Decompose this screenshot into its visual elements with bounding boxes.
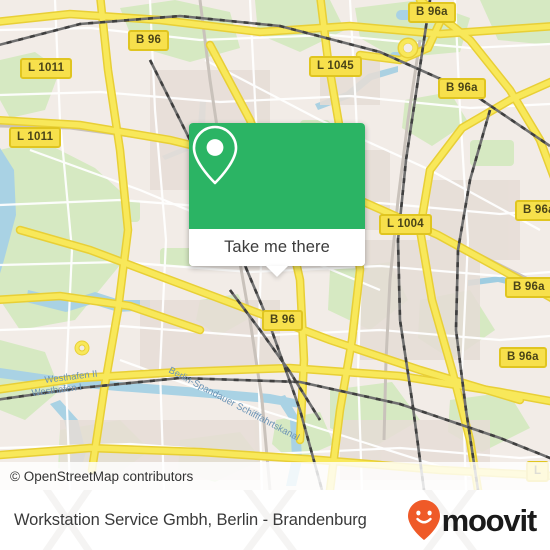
road-shield: L 1011 <box>9 127 62 148</box>
road-shield: B 96a <box>438 78 486 99</box>
moovit-logo[interactable]: moovit <box>407 499 538 541</box>
moovit-location-card-screenshot: Westhafen II Westhafen I Berlin-Spandaue… <box>0 0 550 550</box>
road-shield: B 96a <box>505 277 550 298</box>
card-pointer-triangle <box>266 266 288 277</box>
road-shield: B 96 <box>128 30 170 51</box>
footer-bar: Workstation Service Gmbh, Berlin - Brand… <box>0 490 550 550</box>
take-me-there-label: Take me there <box>224 238 330 256</box>
map-canvas[interactable]: Westhafen II Westhafen I Berlin-Spandaue… <box>0 0 550 490</box>
road-shield: L 1011 <box>20 58 73 79</box>
card-action-area[interactable]: Take me there <box>189 229 365 266</box>
road-shield: B 96a <box>515 200 550 221</box>
moovit-wordmark: moovit <box>441 502 538 538</box>
page-title: Workstation Service Gmbh, Berlin - Brand… <box>14 510 367 529</box>
osm-attribution: © OpenStreetMap contributors <box>0 462 550 490</box>
road-shield: B 96 <box>262 310 304 331</box>
road-shield: L 1045 <box>309 56 362 77</box>
osm-attribution-text: © OpenStreetMap contributors <box>10 468 194 484</box>
moovit-smiley-pin-icon <box>407 500 440 540</box>
road-shield: L 1004 <box>379 214 432 235</box>
card-icon-area <box>189 123 365 229</box>
location-card[interactable]: Take me there <box>189 123 365 277</box>
road-shield: B 96a <box>499 347 547 368</box>
map-pin-icon <box>192 125 238 185</box>
road-shield: B 96a <box>408 2 456 23</box>
